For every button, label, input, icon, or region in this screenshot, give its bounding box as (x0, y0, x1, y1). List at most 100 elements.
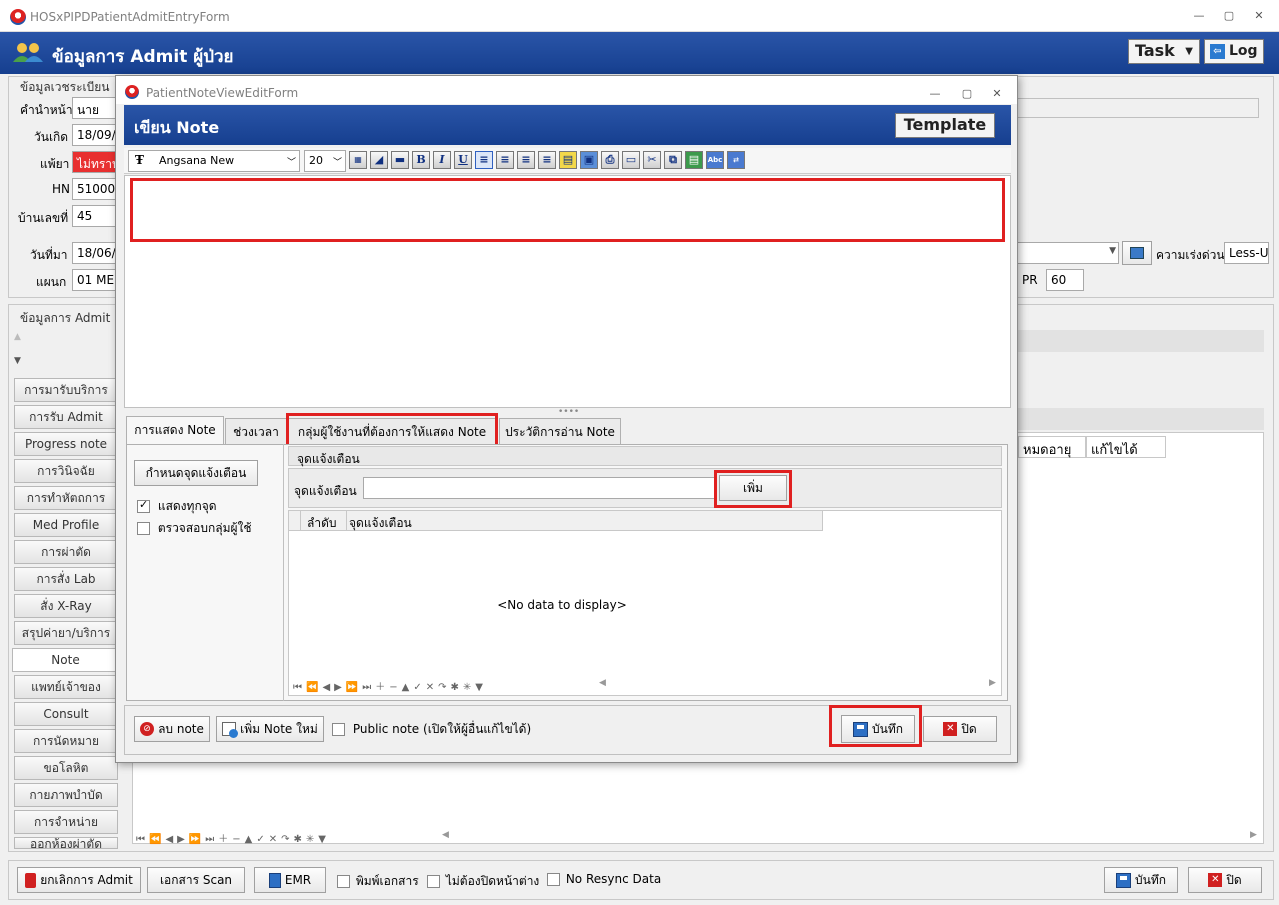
scroll-left-icon[interactable]: ◀ (442, 830, 449, 840)
minimize-icon[interactable]: — (1190, 8, 1208, 24)
print-docs-checkbox[interactable] (337, 875, 350, 888)
font-size-select[interactable]: 20 ﹀ (304, 150, 346, 172)
set-reminder-button[interactable]: กำหนดจุดแจ้งเตือน (134, 460, 258, 486)
sidebar-item[interactable]: Progress note (14, 432, 118, 456)
sidebar-item[interactable]: ออกห้องผ่าตัด (14, 837, 118, 849)
align-right-icon[interactable]: ≡ (538, 151, 556, 169)
font-name-select[interactable]: Ŧ Angsana New ﹀ (128, 150, 300, 172)
maximize-icon[interactable]: ▢ (958, 86, 976, 102)
close-dialog-button[interactable]: ✕ ปิด (923, 716, 997, 742)
birth-date-field[interactable]: 18/09/2 (72, 124, 116, 146)
sidebar-item[interactable]: การจำหน่าย (14, 810, 118, 834)
calendar-button[interactable] (1122, 241, 1152, 265)
print-docs-option[interactable]: พิมพ์เอกสาร (337, 872, 419, 891)
scroll-right-icon[interactable]: ▶ (1250, 830, 1257, 840)
save-icon[interactable]: ▣ (580, 151, 598, 169)
reminder-grid-navigator[interactable]: ⏮⏪◀▶⏩⏭＋−▲✓✕↷✱✳▼ (293, 678, 487, 693)
house-number-field[interactable]: 45 (72, 205, 116, 227)
show-all-option[interactable]: แสดงทุกจุด (137, 497, 217, 516)
replace-icon[interactable]: ⇄ (727, 151, 745, 169)
scroll-right-icon[interactable]: ▶ (989, 678, 996, 688)
align-left-icon[interactable]: ≡ (475, 151, 493, 169)
close-icon[interactable]: ✕ (988, 86, 1006, 102)
scroll-up-icon[interactable]: ▲ (14, 332, 21, 342)
text-color-icon[interactable]: ▬ (391, 151, 409, 169)
no-resync-checkbox[interactable] (547, 873, 560, 886)
public-note-option[interactable]: Public note (เปิดให้ผู้อื่นแก้ไขได้) (332, 720, 531, 739)
maximize-icon[interactable]: ▢ (1220, 8, 1238, 24)
sidebar-item[interactable]: แพทย์เจ้าของ (14, 675, 118, 699)
paste-icon[interactable]: ▤ (685, 151, 703, 169)
sidebar-item[interactable]: การมารับบริการ (14, 378, 118, 402)
sidebar-item[interactable]: Med Profile (14, 513, 118, 537)
bg-grid-navigator[interactable]: ⏮⏪◀▶⏩⏭＋−▲✓✕↷✱✳▼ (136, 830, 330, 845)
minimize-icon[interactable]: — (926, 86, 944, 102)
sidebar-item[interactable]: การวินิจฉัย (14, 459, 118, 483)
allergy-field[interactable]: ไม่ทราบ (72, 151, 116, 173)
no-close-window-checkbox[interactable] (427, 875, 440, 888)
prefix-field[interactable]: นาย (72, 97, 116, 119)
sidebar-item[interactable]: การนัดหมาย (14, 729, 118, 753)
open-file-icon[interactable]: ▤ (559, 151, 577, 169)
tab-time-range[interactable]: ช่วงเวลา (225, 418, 287, 444)
sidebar-item[interactable]: การสั่ง Lab (14, 567, 118, 591)
print-icon[interactable]: ⎙ (601, 151, 619, 169)
sidebar-item[interactable]: การรับ Admit (14, 405, 118, 429)
sidebar-item[interactable]: Note (12, 648, 118, 672)
print-preview-icon[interactable]: ▭ (622, 151, 640, 169)
spellcheck-icon[interactable]: ▦ (349, 151, 367, 169)
bold-icon[interactable]: B (412, 151, 430, 169)
main-close-button[interactable]: ✕ ปิด (1188, 867, 1262, 893)
urgency-field[interactable]: Less-Ur (1224, 242, 1269, 264)
no-resync-option[interactable]: No Resync Data (547, 872, 661, 886)
no-close-window-option[interactable]: ไม่ต้องปิดหน้าต่าง (427, 872, 539, 891)
main-save-button[interactable]: บันทึก (1104, 867, 1178, 893)
pr-field[interactable]: 60 (1046, 269, 1084, 291)
tab-read-history[interactable]: ประวัติการอ่าน Note (499, 418, 621, 444)
find-icon[interactable]: Abc (706, 151, 724, 169)
underline-icon[interactable]: U (454, 151, 472, 169)
log-button[interactable]: ⇦ Log (1204, 39, 1264, 64)
add-button-highlight (714, 470, 792, 508)
reminder-input[interactable] (363, 477, 715, 499)
scan-docs-button[interactable]: เอกสาร Scan (147, 867, 245, 893)
align-justify-icon[interactable]: ≡ (517, 151, 535, 169)
note-editor[interactable] (124, 175, 1011, 408)
tab-note-display[interactable]: การแสดง Note (126, 416, 224, 444)
task-menu-button[interactable]: Task ▼ (1128, 39, 1200, 64)
splitter-handle[interactable]: •••• (558, 407, 579, 417)
emr-button[interactable]: EMR (254, 867, 326, 893)
new-note-button[interactable]: เพิ่ม Note ใหม่ (216, 716, 324, 742)
sidebar-item[interactable]: สรุปค่ายา/บริการ (14, 621, 118, 645)
bg-grid-col-editable[interactable]: แก้ไขได้ (1086, 436, 1166, 458)
copy-icon[interactable]: ⧉ (664, 151, 682, 169)
sidebar-item[interactable]: ขอโลหิต (14, 756, 118, 780)
check-group-option[interactable]: ตรวจสอบกลุ่มผู้ใช้ (137, 519, 252, 538)
italic-icon[interactable]: I (433, 151, 451, 169)
scroll-down-icon[interactable]: ▼ (14, 356, 21, 366)
highlight-icon[interactable]: ◢ (370, 151, 388, 169)
grid-col-point[interactable]: จุดแจ้งเตือน (347, 511, 823, 531)
sidebar-item[interactable]: การผ่าตัด (14, 540, 118, 564)
public-note-checkbox[interactable] (332, 723, 345, 736)
template-button[interactable]: Template (895, 113, 995, 138)
cancel-admit-button[interactable]: ยกเลิกการ Admit (17, 867, 141, 893)
sidebar-item[interactable]: Consult (14, 702, 118, 726)
align-center-icon[interactable]: ≡ (496, 151, 514, 169)
cut-icon[interactable]: ✂ (643, 151, 661, 169)
bg-grid-col-expire[interactable]: หมดอายุ (1018, 436, 1086, 458)
check-group-checkbox[interactable] (137, 522, 150, 535)
sidebar-item[interactable]: การทำหัตถการ (14, 486, 118, 510)
delete-note-button[interactable]: ⊘ ลบ note (134, 716, 210, 742)
scroll-left-icon[interactable]: ◀ (599, 678, 606, 688)
arrive-date-field[interactable]: 18/06/2 (72, 242, 116, 264)
sidebar-item[interactable]: สั่ง X-Ray (14, 594, 118, 618)
grid-col-seq[interactable]: ลำดับ (301, 511, 347, 531)
show-all-checkbox[interactable] (137, 498, 150, 513)
department-field[interactable]: 01 MED (72, 269, 116, 291)
hn-field[interactable]: 510007 (72, 178, 116, 200)
admit-section-label: ข้อมูลการ Admit (20, 311, 111, 325)
sidebar-item[interactable]: กายภาพบำบัด (14, 783, 118, 807)
ward-select[interactable]: ▼ (1015, 242, 1119, 264)
close-icon[interactable]: ✕ (1250, 8, 1268, 24)
